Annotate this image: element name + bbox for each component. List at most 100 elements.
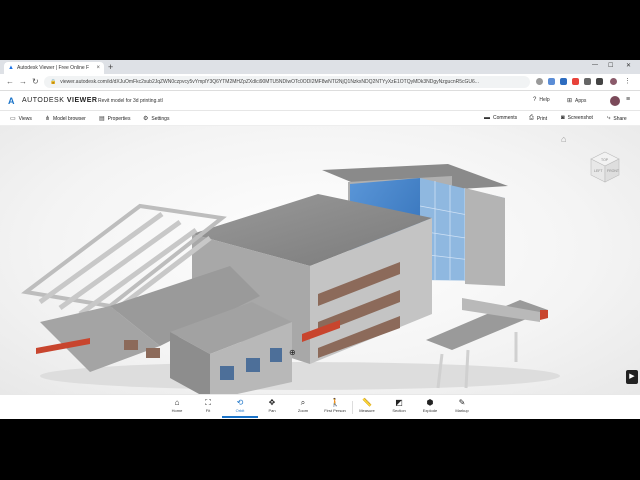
comment-icon: ▬: [484, 115, 490, 121]
fit-label: Fit: [205, 408, 211, 413]
home-view-icon[interactable]: ⌂: [561, 134, 566, 144]
profile-icon[interactable]: [610, 78, 617, 85]
back-icon[interactable]: ←: [6, 77, 14, 87]
camera-icon: ◙: [561, 115, 565, 121]
first-person-label: First Person: [324, 408, 346, 413]
markup-label: Markup: [455, 408, 469, 413]
print-icon: ⎙: [529, 115, 534, 121]
extension-icon[interactable]: [596, 78, 603, 85]
print-button[interactable]: ⎙ Print: [529, 115, 547, 122]
markup-button[interactable]: ✎ Markup: [444, 397, 480, 418]
maximize-icon[interactable]: ☐: [608, 62, 613, 69]
comments-button[interactable]: ▬ Comments: [484, 115, 517, 121]
zoom-button[interactable]: ⌕ Zoom: [285, 397, 321, 418]
home-label: Home: [171, 408, 183, 413]
extension-icon[interactable]: [548, 78, 555, 85]
brand-name: AUTODESK: [22, 97, 65, 104]
share-button[interactable]: ⤷ Share: [607, 115, 627, 122]
new-tab-button[interactable]: +: [108, 62, 113, 72]
share-label: Share: [613, 115, 627, 122]
viewer-bottom-toolbar: ⌂ Home ⛶ Fit ⟲ Orbit ✥ Pan ⌕ Zoom 🚶 Firs…: [0, 394, 640, 419]
share-icon: ⤷: [607, 115, 611, 121]
zoom-label: Zoom: [297, 408, 309, 413]
help-button[interactable]: ? Help: [533, 97, 550, 103]
menu-icon[interactable]: ≡: [626, 96, 630, 103]
orbit-icon: ⟲: [236, 398, 244, 407]
fit-button[interactable]: ⛶ Fit: [190, 397, 226, 418]
comments-label: Comments: [493, 115, 518, 121]
home-icon: ⌂: [174, 398, 180, 407]
gear-icon: ⚙: [143, 116, 149, 122]
model-browser-icon: ⋔: [45, 116, 51, 122]
help-label: Help: [539, 97, 550, 103]
explode-button[interactable]: ⬢ Explode: [412, 397, 448, 418]
product-name: VIEWER: [66, 97, 98, 104]
tab-close-icon[interactable]: ×: [96, 65, 100, 71]
browser-tab[interactable]: ▲ Autodesk Viewer | Free Online F ×: [4, 62, 104, 74]
apps-button[interactable]: ⊞ Apps: [567, 97, 587, 105]
help-icon: ?: [533, 97, 537, 103]
cursor-icon: ⊕: [289, 348, 296, 357]
autodesk-favicon-icon: ▲: [8, 65, 14, 71]
minimize-icon[interactable]: —: [592, 62, 598, 68]
orbit-button[interactable]: ⟲ Orbit: [222, 397, 258, 418]
extension-icon[interactable]: [572, 78, 579, 85]
lock-icon: 🔒: [50, 79, 57, 85]
brand: AUTODESK VIEWER: [22, 97, 97, 104]
address-bar: ← → ↻ 🔒 viewer.autodesk.com/id/dXJuOmFkc…: [0, 74, 640, 91]
measure-button[interactable]: 📏 Measure: [349, 397, 385, 418]
pan-icon: ✥: [268, 398, 276, 407]
more-icon[interactable]: ⋮: [624, 78, 631, 85]
zoom-icon: ⌕: [300, 398, 306, 407]
extension-icon[interactable]: [536, 78, 543, 85]
explode-label: Explode: [422, 408, 438, 413]
markup-pencil-icon: ✎: [458, 398, 466, 407]
model-browser-label: Model browser: [53, 115, 86, 122]
extension-icon[interactable]: [560, 78, 567, 85]
building-model[interactable]: ⊕: [0, 126, 640, 394]
properties-icon: ▤: [99, 116, 105, 122]
model-browser-button[interactable]: ⋔ Model browser: [45, 115, 86, 123]
views-label: Views: [18, 115, 32, 122]
side-panel-toggle-button[interactable]: ▶: [626, 370, 638, 384]
avatar[interactable]: [610, 96, 620, 106]
ruler-icon: 📏: [362, 398, 372, 407]
url-field[interactable]: 🔒 viewer.autodesk.com/id/dXJuOmFkc2sub2J…: [44, 76, 530, 88]
section-icon: ◩: [395, 398, 403, 407]
apps-grid-icon: ⊞: [567, 98, 573, 104]
ground-shadow: [40, 362, 560, 390]
properties-label: Properties: [107, 115, 131, 122]
model-canvas[interactable]: ⊕ ⌂ TOP LEFT FRONT ▶: [0, 126, 640, 394]
fit-icon: ⛶: [205, 398, 211, 407]
view-cube[interactable]: TOP LEFT FRONT: [589, 150, 621, 184]
person-icon: 🚶: [330, 398, 340, 407]
model-title: Revit model for 3d printing.stl: [98, 98, 163, 104]
settings-button[interactable]: ⚙ Settings: [143, 115, 169, 123]
view-cube-front-label: FRONT: [607, 169, 620, 173]
tab-title: Autodesk Viewer | Free Online F: [17, 65, 90, 71]
measure-label: Measure: [359, 408, 375, 413]
url-text: viewer.autodesk.com/id/dXJuOmFkc2sub2JqZ…: [60, 79, 479, 85]
orbit-label: Orbit: [235, 408, 245, 413]
print-label: Print: [536, 115, 548, 122]
tab-strip: ▲ Autodesk Viewer | Free Online F × + — …: [0, 60, 640, 74]
canopy-accent: [540, 310, 548, 320]
reload-icon[interactable]: ↻: [32, 77, 39, 87]
browser-window: ▲ Autodesk Viewer | Free Online F × + — …: [0, 60, 640, 419]
tower-side-wall: [465, 188, 505, 286]
screenshot-label: Screenshot: [567, 115, 593, 121]
viewer-top-toolbar: ▭ Views ⋔ Model browser ▤ Properties ⚙ S…: [0, 111, 640, 126]
section-label: Section: [392, 408, 406, 413]
properties-button[interactable]: ▤ Properties: [99, 115, 131, 123]
first-person-button[interactable]: 🚶 First Person: [317, 397, 353, 418]
apps-label: Apps: [575, 97, 587, 104]
explode-icon: ⬢: [426, 398, 434, 407]
pan-label: Pan: [268, 408, 276, 413]
view-cube-left-label: LEFT: [594, 169, 603, 173]
screenshot-button[interactable]: ◙ Screenshot: [561, 115, 593, 121]
forward-icon[interactable]: →: [19, 77, 27, 87]
extension-icon[interactable]: [584, 78, 591, 85]
close-window-icon[interactable]: ✕: [626, 62, 631, 69]
views-button[interactable]: ▭ Views: [10, 115, 32, 123]
view-cube-top-label: TOP: [601, 158, 609, 162]
